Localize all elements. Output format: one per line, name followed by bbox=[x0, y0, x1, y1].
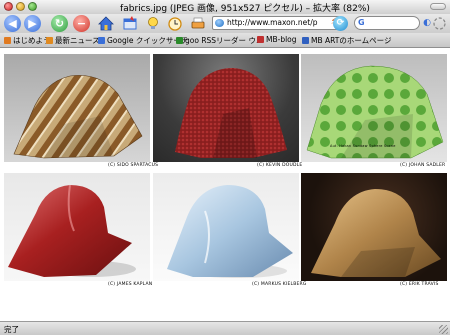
print-button[interactable] bbox=[189, 15, 206, 32]
tile-small-caption: Aut. Hakan Sundaw Sphere Scene bbox=[330, 144, 396, 148]
minimize-window-icon[interactable] bbox=[16, 2, 25, 11]
clock-icon bbox=[167, 17, 182, 31]
bookmark-item[interactable]: 最新ニュース bbox=[46, 35, 100, 46]
caption: (C) ERIK TRAVIS bbox=[400, 282, 439, 287]
bookmark-item[interactable]: Google クイックサーチ bbox=[98, 35, 188, 46]
stop-icon: − bbox=[76, 17, 87, 30]
page-icon bbox=[257, 36, 264, 43]
reload-icon: ↻ bbox=[54, 17, 65, 30]
caption: (C) KEVIN DOUDLE bbox=[257, 163, 303, 168]
bookmark-label: goo RSSリーダー ウ... bbox=[185, 36, 264, 45]
forward-arrow-icon: ▶ bbox=[28, 17, 37, 30]
search-button[interactable]: ◐ bbox=[423, 15, 431, 32]
caption: (C) JAMES KAPLAN bbox=[108, 282, 153, 287]
rss-icon bbox=[46, 37, 53, 44]
caption: (C) JOHAN SADLER bbox=[400, 163, 446, 168]
bookmark-label: MB ARTのホームページ bbox=[311, 36, 392, 45]
page-icon bbox=[302, 37, 309, 44]
toolbar-toggle-button[interactable] bbox=[430, 3, 446, 10]
zoom-window-icon[interactable] bbox=[28, 2, 37, 11]
home-icon bbox=[97, 16, 114, 31]
site-favicon-icon bbox=[215, 19, 224, 27]
throbber bbox=[432, 15, 447, 32]
caption: (C) SIDO SPARTACUS bbox=[108, 163, 159, 168]
status-text: 完了 bbox=[4, 325, 19, 334]
new-tab-icon bbox=[123, 16, 136, 30]
throbber-icon bbox=[433, 17, 446, 30]
goo-icon bbox=[176, 37, 183, 44]
image-viewport[interactable]: (C) SIDO SPARTACUS (C) KEVIN DOUDLE Aut.… bbox=[0, 48, 450, 321]
close-window-icon[interactable] bbox=[4, 2, 13, 11]
go-arrow-icon: ⟳ bbox=[336, 18, 345, 28]
title-bar: fabrics.jpg (JPEG 画像, 951x527 ピクセル) – 拡大… bbox=[0, 0, 450, 15]
back-button[interactable]: ◀ bbox=[4, 15, 21, 32]
google-icon bbox=[98, 37, 105, 44]
address-text: http://www.maxon.net/p bbox=[227, 18, 318, 27]
firefox-icon bbox=[4, 37, 11, 44]
bookmark-label: MB-blog bbox=[266, 35, 297, 44]
reload-button[interactable]: ↻ bbox=[51, 15, 68, 32]
back-arrow-icon: ◀ bbox=[8, 17, 17, 30]
bookmark-item[interactable]: goo RSSリーダー ウ... bbox=[176, 35, 263, 46]
fabric-render-knit bbox=[153, 54, 299, 162]
search-box[interactable]: G bbox=[354, 16, 420, 30]
history-button[interactable] bbox=[166, 15, 183, 32]
newtab-button[interactable] bbox=[121, 15, 138, 32]
bookmark-item[interactable]: はじめよう bbox=[4, 35, 51, 46]
bookmark-button[interactable] bbox=[144, 15, 161, 32]
window-controls bbox=[4, 2, 40, 13]
resize-grip-icon[interactable] bbox=[439, 325, 448, 334]
caption: (C) MARKUS KIELBERG bbox=[252, 282, 307, 287]
bookmark-label: はじめよう bbox=[13, 36, 51, 45]
bookmarks-bar: はじめよう 最新ニュース Google クイックサーチ goo RSSリーダー … bbox=[0, 33, 450, 48]
fabric-render-striped bbox=[4, 54, 150, 162]
magnifier-icon: ◐ bbox=[423, 18, 431, 28]
address-bar[interactable]: http://www.maxon.net/p ⚡ bbox=[212, 16, 340, 30]
bookmark-item[interactable]: MB ARTのホームページ bbox=[302, 35, 392, 46]
fabric-render-blue bbox=[153, 173, 299, 281]
fabric-render-satin bbox=[4, 173, 150, 281]
forward-button[interactable]: ▶ bbox=[24, 15, 41, 32]
status-bar: 完了 bbox=[0, 321, 450, 335]
fabric-render-gold bbox=[301, 173, 447, 281]
lightbulb-icon bbox=[147, 17, 158, 29]
go-button[interactable]: ⟳ bbox=[333, 16, 348, 31]
printer-icon bbox=[191, 17, 204, 29]
stop-button[interactable]: − bbox=[73, 15, 90, 32]
search-engine-icon: G bbox=[358, 18, 365, 27]
navigation-toolbar: ◀ ▶ ↻ − http://www.maxon.net/p ⟳ G ◐ bbox=[0, 14, 450, 33]
window-title: fabrics.jpg (JPEG 画像, 951x527 ピクセル) – 拡大… bbox=[120, 4, 370, 14]
home-button[interactable] bbox=[97, 15, 114, 32]
bookmark-item[interactable]: MB-blog bbox=[257, 35, 297, 44]
bookmark-label: 最新ニュース bbox=[55, 36, 100, 45]
